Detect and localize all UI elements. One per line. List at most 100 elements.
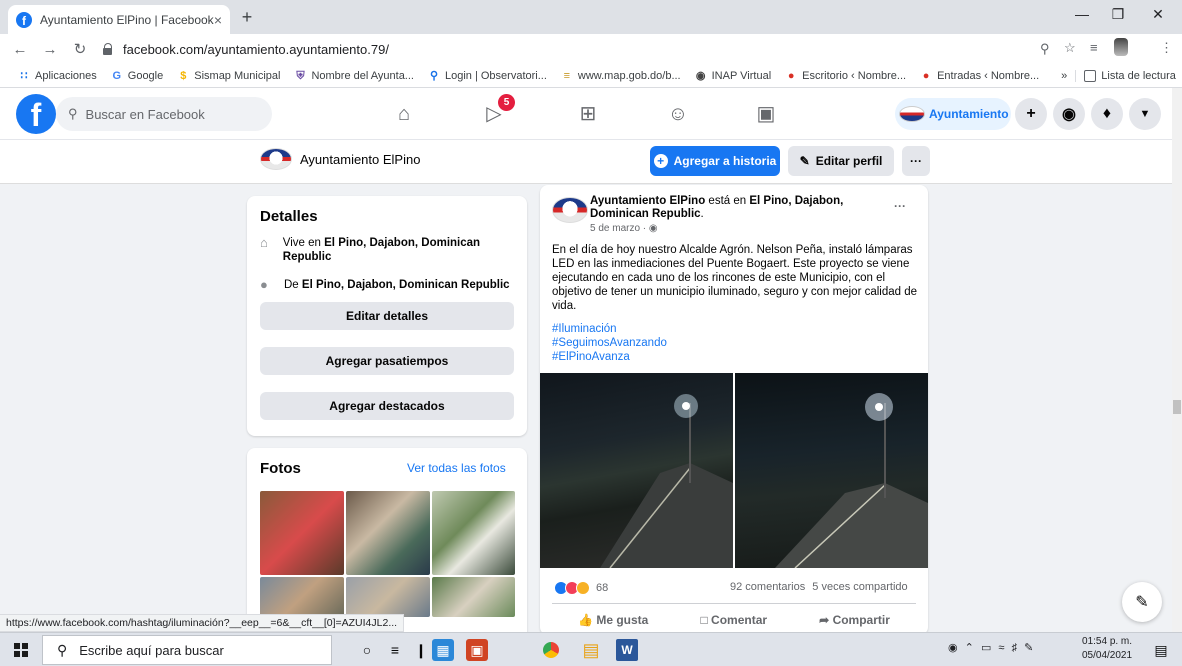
bookmark-apps[interactable]: ∷ Aplicaciones (18, 70, 97, 82)
avatar[interactable] (552, 197, 588, 223)
post-photo-road-night-2[interactable] (735, 373, 928, 568)
address-bar[interactable]: facebook.com/ayuntamiento.ayuntamiento.7… (102, 37, 1022, 61)
bookmarks-bar: ∷ Aplicaciones G Google $ Sismap Municip… (0, 64, 1182, 88)
new-message-compose-icon[interactable]: ✎ (1122, 582, 1162, 622)
post-more-button[interactable]: ··· (894, 199, 906, 213)
photo-thumbnail[interactable] (260, 577, 344, 617)
add-story-button[interactable]: + Agregar a historia (650, 146, 780, 176)
new-tab-button[interactable]: + (236, 7, 258, 29)
photo-thumbnail[interactable] (260, 491, 344, 575)
bookmark-entradas[interactable]: ● Entradas ‹ Nombre... (920, 70, 1039, 82)
calculator-app-icon[interactable]: ▦ (432, 639, 454, 661)
bookmark-star-icon[interactable]: ☆ (1064, 40, 1076, 56)
details-card: Detalles ⌂ Vive en El Pino, Dajabon, Dom… (247, 196, 527, 436)
reload-icon[interactable]: ↻ (68, 40, 92, 58)
gaming-icon[interactable]: ▣ (752, 100, 780, 128)
volume-icon: ♯ (1011, 642, 1018, 654)
like-button[interactable]: 👍 Me gusta (578, 613, 648, 627)
word-app-icon[interactable]: W (616, 639, 638, 661)
bookmark-google[interactable]: G Google (111, 70, 163, 82)
profile-avatar[interactable] (1114, 38, 1128, 56)
location-pin-icon: ● (260, 277, 268, 292)
url-text: facebook.com/ayuntamiento.ayuntamiento.7… (123, 41, 389, 57)
chrome-app-icon[interactable] (540, 639, 562, 661)
wifi-icon: ≈ (998, 642, 1005, 654)
profile-header-strip: Ayuntamiento ElPino + Agregar a historia… (0, 140, 1172, 184)
status-bar-url: https://www.facebook.com/hashtag/ilumina… (0, 614, 405, 632)
reading-list-button[interactable]: Lista de lectura (1075, 69, 1176, 82)
account-chevron-down-icon[interactable]: ▼ (1129, 98, 1161, 130)
close-window-icon[interactable]: ✕ (1140, 6, 1176, 23)
home-icon[interactable]: ⌂ (390, 100, 418, 128)
photo-thumbnail[interactable] (346, 491, 430, 575)
photo-thumbnail[interactable] (432, 577, 515, 617)
post-author-link[interactable]: Ayuntamiento ElPino (590, 195, 705, 207)
menu-icon[interactable]: ⋮ (1160, 40, 1173, 56)
windows-start-icon[interactable] (14, 643, 28, 657)
office-app-icon[interactable]: ▣ (466, 639, 488, 661)
back-icon[interactable]: ← (8, 41, 32, 58)
profile-more-button[interactable]: ··· (902, 146, 930, 176)
photo-thumbnail[interactable] (432, 491, 515, 575)
bookmarks-more-button[interactable]: » (1061, 70, 1067, 82)
taskbar-clock[interactable]: 01:54 p. m. 05/04/2021 (1082, 635, 1132, 663)
pencil-icon: ✎ (799, 154, 810, 168)
create-plus-icon[interactable]: + (1015, 98, 1047, 130)
details-title: Detalles (260, 208, 318, 225)
avatar (899, 106, 925, 122)
comment-button[interactable]: □ Comentar (700, 613, 767, 627)
marketplace-icon[interactable]: ⊞ (574, 100, 602, 128)
taskbar-search-input[interactable]: ⚲ Escribe aquí para buscar (42, 635, 332, 665)
forward-icon[interactable]: → (38, 41, 62, 58)
network-status-icon: ◉ (948, 642, 958, 654)
notification-center-icon[interactable]: ▤ (1150, 639, 1172, 661)
shares-count-link[interactable]: 5 veces compartido (812, 581, 907, 593)
post-reactions[interactable]: 68 (554, 581, 608, 595)
see-all-photos-link[interactable]: Ver todas las fotos (407, 461, 506, 475)
bookmark-inap[interactable]: ◉ INAP Virtual (695, 70, 771, 82)
minimize-icon[interactable]: — (1064, 6, 1100, 22)
profile-name-link[interactable]: Ayuntamiento ElPino (260, 148, 420, 170)
browser-tabstrip: f Ayuntamiento ElPino | Facebook × + — ❐… (0, 0, 1182, 34)
groups-icon[interactable]: ☺ (664, 100, 692, 128)
facebook-search-input[interactable]: ⚲ Buscar en Facebook (56, 97, 272, 131)
comments-count-link[interactable]: 92 comentarios (730, 581, 805, 593)
browser-tab[interactable]: f Ayuntamiento ElPino | Facebook × (8, 5, 230, 34)
edit-details-button[interactable]: Editar detalles (260, 302, 514, 330)
bookmark-sismap[interactable]: $ Sismap Municipal (177, 70, 280, 82)
hashtag-link[interactable]: #Iluminación (552, 322, 667, 336)
zoom-icon[interactable]: ⚲ (1040, 41, 1050, 57)
edit-profile-button[interactable]: ✎ Editar perfil (788, 146, 894, 176)
tray-icons[interactable]: ◉ ⌃ ▭ ≈ ♯ ✎ (948, 641, 1033, 654)
messenger-icon[interactable]: ◉ (1053, 98, 1085, 130)
hashtag-link[interactable]: #ElPinoAvanza (552, 350, 667, 364)
cortana-icon[interactable]: ○ (356, 639, 378, 661)
task-view-icon[interactable]: ≡ (384, 639, 406, 661)
profile-chip[interactable]: Ayuntamiento (895, 98, 1011, 130)
bookmark-ayuntamiento[interactable]: ⛨ Nombre del Ayunta... (294, 70, 414, 82)
bookmark-map[interactable]: ≡ www.map.gob.do/b... (561, 70, 681, 82)
share-button[interactable]: ➦ Compartir (819, 613, 890, 627)
facebook-logo-icon[interactable]: f (16, 94, 56, 134)
search-icon: ⚲ (429, 69, 439, 82)
share-arrow-icon: ➦ (819, 612, 833, 627)
reactions-count: 68 (596, 582, 609, 594)
restore-icon[interactable]: ❐ (1100, 6, 1136, 23)
feed-post: Ayuntamiento ElPino está en El Pino, Daj… (540, 185, 928, 635)
photo-thumbnail[interactable] (346, 577, 430, 617)
post-date[interactable]: 5 de marzo · (590, 223, 649, 234)
add-featured-button[interactable]: Agregar destacados (260, 392, 514, 420)
bookmark-escritorio[interactable]: ● Escritorio ‹ Nombre... (785, 70, 906, 82)
tab-close-icon[interactable]: × (214, 12, 222, 28)
reading-list-icon[interactable]: ≡ (1090, 40, 1098, 55)
reading-list-icon (1084, 69, 1097, 82)
page-scrollbar[interactable] (1172, 88, 1182, 632)
from-link[interactable]: El Pino, Dajabon, Dominican Republic (302, 279, 510, 291)
add-hobbies-button[interactable]: Agregar pasatiempos (260, 347, 514, 375)
post-photo-road-night-1[interactable] (540, 373, 733, 568)
hashtag-link[interactable]: #SeguimosAvanzando (552, 336, 667, 350)
file-explorer-icon[interactable]: ▤ (580, 639, 602, 661)
notifications-bell-icon[interactable]: ♦ (1091, 98, 1123, 130)
scrollbar-thumb[interactable] (1173, 400, 1181, 414)
bookmark-observatorio[interactable]: ⚲ Login | Observatori... (428, 70, 547, 82)
